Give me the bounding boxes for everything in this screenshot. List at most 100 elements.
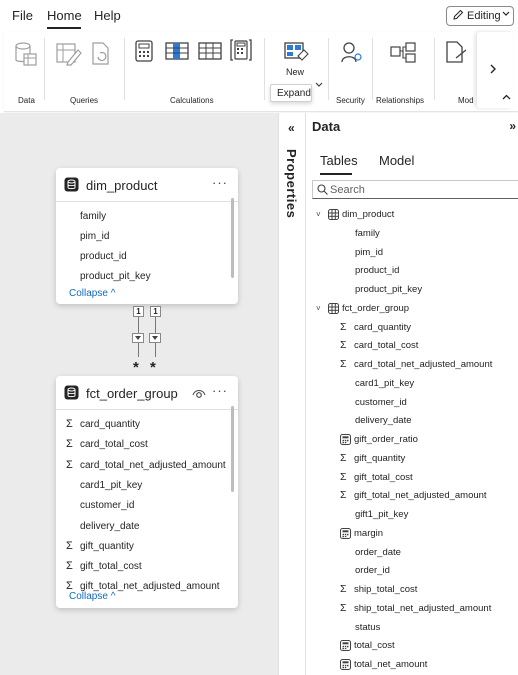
- tree-field-label: status: [355, 621, 381, 633]
- ribbon-group-security: Security: [336, 96, 365, 105]
- table-icon: [328, 302, 339, 314]
- menu-help[interactable]: Help: [94, 8, 121, 23]
- table-card-fct-order-group[interactable]: fct_order_group ··· Σcard_quantity Σcard_…: [56, 376, 238, 608]
- ribbon-scroll-right[interactable]: [477, 32, 513, 108]
- card-scrollbar[interactable]: [231, 406, 234, 492]
- chevron-up-icon[interactable]: [502, 94, 511, 100]
- tree-field-label: margin: [354, 527, 384, 539]
- data-pane-title: Data: [312, 119, 341, 134]
- tree-field-label: family: [355, 227, 380, 239]
- measure-calculator-icon: [340, 640, 351, 652]
- new-table-icon[interactable]: [198, 42, 222, 60]
- sum-icon: Σ: [340, 583, 347, 595]
- search-placeholder: Search: [330, 184, 365, 196]
- table-icon: [64, 177, 79, 192]
- card-scrollbar[interactable]: [231, 198, 234, 278]
- tree-table-label: fct_order_group: [342, 302, 410, 314]
- properties-pane-collapsed[interactable]: « Properties: [278, 113, 306, 675]
- field-label: product_pit_key: [80, 271, 151, 282]
- collapse-link[interactable]: Collapse ^: [69, 288, 115, 299]
- field-label: delivery_date: [80, 520, 140, 532]
- relationship-line[interactable]: [155, 317, 156, 333]
- measure-calculator-icon: [340, 659, 351, 670]
- new-report-icon[interactable]: [284, 40, 310, 64]
- ribbon-group-queries: Queries: [70, 96, 99, 105]
- relationship-line[interactable]: [155, 343, 156, 357]
- menu-home[interactable]: Home: [47, 8, 82, 23]
- database-table-icon[interactable]: [14, 42, 38, 68]
- sum-icon: Σ: [340, 601, 347, 614]
- model-canvas[interactable]: dim_product ··· family pim_id product_id…: [0, 113, 278, 675]
- modeling-icon[interactable]: [444, 40, 468, 66]
- sum-icon: Σ: [340, 470, 347, 483]
- menu-file[interactable]: File: [12, 8, 33, 23]
- collapse-link[interactable]: Collapse ^: [69, 591, 115, 602]
- cross-filter-arrow-icon: [149, 333, 161, 343]
- new-column-icon[interactable]: [165, 42, 189, 60]
- table-card-header[interactable]: fct_order_group ···: [56, 376, 238, 410]
- relationship-many-right: *: [150, 359, 156, 376]
- table-icon: [328, 209, 339, 220]
- tab-tables[interactable]: Tables: [320, 153, 358, 168]
- menu-bar: File Home Help Editing: [0, 0, 518, 32]
- collapse-pane-icon[interactable]: »: [509, 119, 516, 133]
- quick-measure-icon[interactable]: [230, 38, 252, 62]
- ribbon-group-relationships: Relationships: [376, 96, 425, 105]
- relationship-line[interactable]: [138, 343, 139, 357]
- tree-table-label: dim_product: [342, 209, 395, 220]
- table-card-title: dim_product: [86, 178, 158, 193]
- table-icon: [64, 385, 79, 400]
- field-label: card_total_cost: [80, 439, 148, 451]
- field-label: card1_pit_key: [80, 479, 143, 491]
- properties-label[interactable]: Properties: [284, 149, 299, 218]
- tab-active-indicator: [320, 173, 352, 175]
- tree-field-label: product_id: [355, 265, 400, 277]
- field-label: card_quantity: [80, 419, 141, 430]
- ribbon-separator: [264, 38, 265, 100]
- chevron-right-icon: [490, 64, 496, 74]
- tree-field-label: product_pit_key: [355, 284, 423, 295]
- tree-field-label: card_quantity: [354, 321, 412, 333]
- expand-tooltip: Expand: [270, 84, 312, 102]
- search-input[interactable]: Search: [312, 180, 518, 199]
- new-measure-icon[interactable]: [135, 40, 153, 62]
- expand-chevron-icon[interactable]: «: [288, 121, 295, 135]
- chevron-down-icon[interactable]: ˅: [316, 210, 321, 219]
- more-options-icon[interactable]: ···: [212, 175, 228, 190]
- relationship-one-right: 1: [150, 306, 161, 317]
- field-label: family: [80, 211, 107, 222]
- tab-model[interactable]: Model: [379, 153, 414, 168]
- table-card-header[interactable]: dim_product ···: [56, 168, 238, 202]
- field-label: customer_id: [80, 500, 135, 512]
- tree-field-label: gift_quantity: [354, 452, 406, 464]
- sum-icon: Σ: [340, 451, 347, 464]
- ribbon-separator: [124, 38, 125, 100]
- field-label: product_id: [80, 251, 127, 262]
- sum-icon: Σ: [66, 539, 73, 552]
- ribbon-separator: [44, 38, 45, 100]
- relationship-many-left: *: [133, 359, 139, 376]
- refresh-icon[interactable]: [90, 42, 112, 66]
- search-icon: [317, 184, 328, 195]
- visibility-eye-icon[interactable]: [192, 387, 206, 399]
- manage-roles-icon[interactable]: [340, 40, 364, 64]
- chevron-down-icon[interactable]: ˅: [316, 304, 321, 313]
- editing-mode-button[interactable]: Editing: [446, 6, 514, 26]
- table-card-dim-product[interactable]: dim_product ··· family pim_id product_id…: [56, 168, 238, 304]
- transform-data-icon[interactable]: [56, 42, 82, 66]
- tree-field-label: pim_id: [355, 246, 383, 258]
- more-options-icon[interactable]: ···: [212, 383, 228, 398]
- ribbon-group-data: Data: [18, 96, 35, 105]
- measure-calculator-icon: [340, 434, 351, 445]
- manage-relationships-icon[interactable]: [390, 42, 416, 64]
- tree-field-label: delivery_date: [355, 415, 412, 427]
- ribbon-separator: [328, 38, 329, 100]
- cross-filter-arrow-icon: [132, 333, 144, 343]
- new-report-label[interactable]: New: [286, 67, 304, 77]
- chevron-down-icon[interactable]: [315, 82, 323, 88]
- measure-calculator-icon: [340, 527, 351, 539]
- tree-field-label: total_cost: [354, 640, 395, 652]
- tree-field-label: gift_order_ratio: [354, 434, 418, 445]
- chevron-up-icon: ^: [110, 288, 116, 299]
- relationship-line[interactable]: [138, 317, 139, 333]
